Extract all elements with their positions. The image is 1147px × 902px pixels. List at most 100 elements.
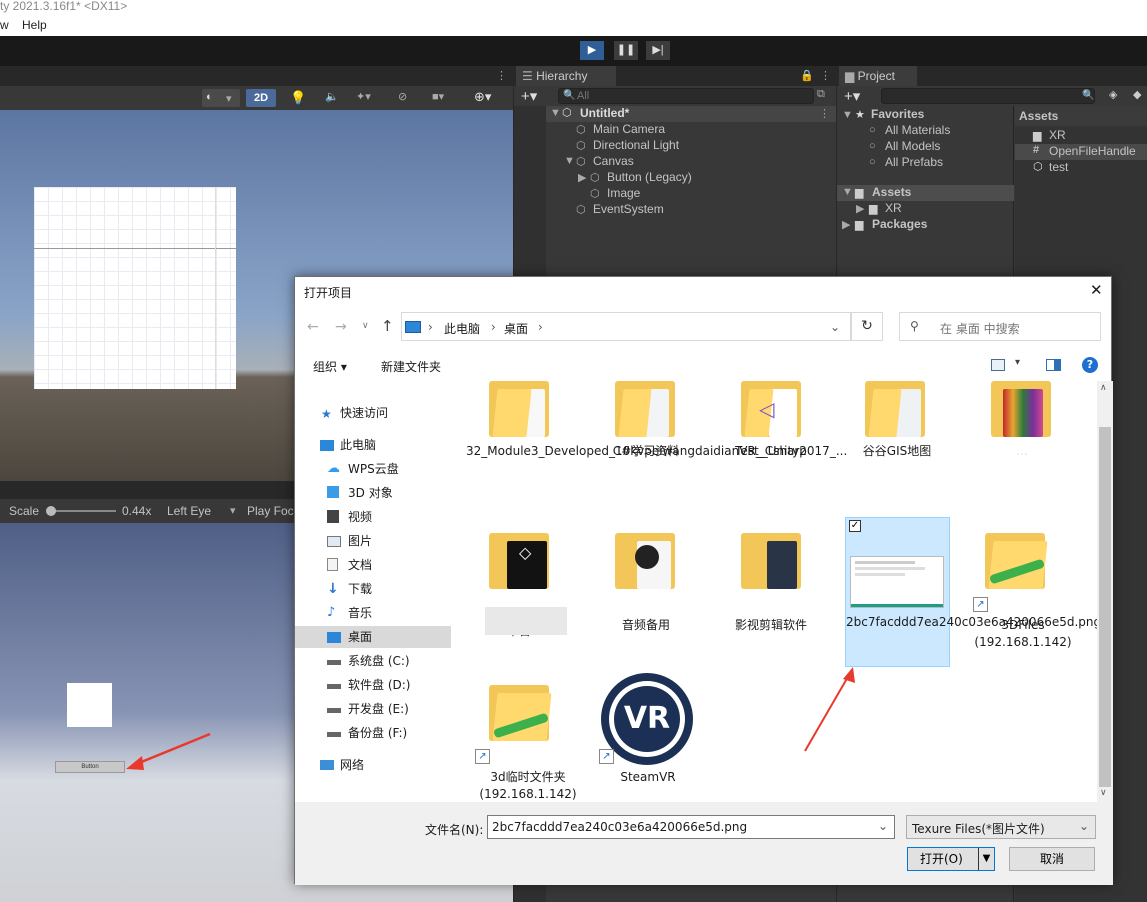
pause-button[interactable]: ❚❚ — [614, 41, 638, 60]
step-button[interactable]: ▶| — [646, 41, 670, 60]
toggle-2d-button[interactable]: 2D — [246, 89, 276, 107]
up-icon[interactable]: ↑ — [381, 317, 394, 335]
menu-window[interactable]: w — [0, 15, 9, 36]
new-folder-button[interactable]: 新建文件夹 — [381, 358, 441, 375]
sidebar-item-downloads[interactable]: ↓ 下载 — [295, 578, 451, 600]
list-item[interactable]: ▶ ▆ Packages — [837, 217, 1014, 233]
selected-file[interactable]: ✓ 2bc7facddd7ea240c03e6a420066e5d.png — [845, 517, 1097, 667]
shading-dropdown[interactable]: ◐ ▾ — [202, 89, 240, 107]
more-icon[interactable]: ⋮ — [496, 69, 507, 82]
file-item[interactable]: 3d临时文件夹 (192.168.1.142) — [472, 769, 584, 802]
chevron-down-icon[interactable]: ⌄ — [830, 320, 840, 334]
cancel-button[interactable]: 取消 — [1009, 847, 1095, 871]
sidebar-item-3d-objects[interactable]: 3D 对象 — [295, 482, 451, 504]
checkbox[interactable]: ✓ — [849, 520, 861, 532]
filter-icon[interactable]: ⧉ — [817, 88, 825, 101]
file-item[interactable]: 谷谷GIS地图 — [844, 443, 950, 460]
effects-icon[interactable]: ✦▾ — [356, 90, 371, 103]
forward-icon[interactable]: → — [335, 319, 347, 335]
sidebar-item-documents[interactable]: 文档 — [295, 554, 451, 576]
list-item[interactable]: ▆ XR — [1015, 128, 1147, 144]
sidebar-item-music[interactable]: ♪ 音乐 — [295, 602, 451, 624]
more-icon[interactable]: ⋮ — [820, 69, 831, 82]
file-item[interactable]: C#学习资料 — [593, 443, 699, 460]
assets-row[interactable]: ▼ ▆ Assets — [837, 185, 1014, 201]
project-search-input[interactable]: 🔍 — [881, 88, 1095, 104]
play-button[interactable]: ▶ — [580, 41, 604, 60]
list-item[interactable]: ⬡ Image — [514, 186, 836, 202]
file-item[interactable]: 3DFiles (192.168.1.142) — [970, 617, 1076, 651]
help-icon[interactable]: ? — [1082, 357, 1098, 373]
breadcrumb-item[interactable]: 此电脑 — [444, 320, 480, 337]
scrollbar[interactable]: ∧ ∨ — [1097, 381, 1113, 802]
filter-type-icon[interactable]: ◈ — [1109, 88, 1117, 101]
tab-hierarchy[interactable]: ☰ Hierarchy — [516, 66, 616, 86]
list-item[interactable]: ○ All Models — [837, 139, 1014, 155]
list-item[interactable]: ⬡ test — [1015, 160, 1147, 176]
preview-pane-icon[interactable] — [1046, 359, 1061, 371]
back-icon[interactable]: ← — [307, 319, 319, 335]
list-item[interactable]: ○ All Materials — [837, 123, 1014, 139]
add-icon[interactable]: +▾ — [521, 87, 537, 105]
eye-dropdown[interactable]: Left Eye — [167, 504, 211, 518]
open-button[interactable]: 打开(O) ▼ — [907, 847, 995, 871]
search-input[interactable]: ⚲ 在 桌面 中搜索 — [899, 312, 1101, 341]
menu-help[interactable]: Help — [22, 15, 47, 36]
lock-icon[interactable]: 🔒 — [800, 69, 814, 82]
list-item[interactable]: # OpenFileHandle — [1015, 144, 1147, 160]
sidebar-item-drive-e[interactable]: 开发盘 (E:) — [295, 698, 451, 720]
gizmos-icon[interactable]: ⊕▾ — [474, 89, 491, 105]
play-focus-dropdown[interactable]: Play Foc — [247, 504, 294, 518]
scale-slider-handle[interactable] — [46, 506, 56, 516]
scene-row[interactable]: ▼ ⬡ Untitled* ⋮ — [514, 106, 836, 122]
hierarchy-search-input[interactable]: 🔍 All — [558, 88, 814, 104]
file-item[interactable]: SteamVR — [595, 769, 701, 786]
sidebar-item-drive-d[interactable]: 软件盘 (D:) — [295, 674, 451, 696]
scrollbar-thumb[interactable] — [1099, 427, 1111, 787]
sidebar-item-quick-access[interactable]: ★ 快速访问 — [295, 402, 451, 424]
sidebar-item-drive-c[interactable]: 系统盘 (C:) — [295, 650, 451, 672]
list-item[interactable]: ▶ ⬡ Button (Legacy) — [514, 170, 836, 186]
filetype-select[interactable]: Texure Files(*图片文件) ⌄ — [906, 815, 1096, 839]
chevron-down-icon[interactable]: ▾ — [1015, 357, 1020, 368]
file-item[interactable]: 影视剪辑软件 — [718, 617, 824, 634]
add-icon[interactable]: +▾ — [844, 87, 860, 105]
visibility-icon[interactable]: ⊘ — [398, 90, 407, 103]
recent-chevron-icon[interactable]: ∨ — [362, 321, 369, 331]
sidebar-item-this-pc[interactable]: 此电脑 — [295, 434, 451, 456]
address-bar[interactable]: › 此电脑 › 桌面 › ⌄ — [401, 312, 851, 341]
chevron-down-icon[interactable]: ▼ — [978, 848, 994, 870]
tab-project[interactable]: ▆ Project — [839, 66, 917, 86]
scroll-up-icon[interactable]: ∧ — [1100, 383, 1107, 393]
file-item[interactable]: 32_Module3_Developed_10kvpeiwangdaidianV… — [466, 443, 847, 460]
list-item[interactable]: ⬡ EventSystem — [514, 202, 836, 218]
chevron-down-icon[interactable]: ⌄ — [878, 819, 888, 833]
lighting-icon[interactable]: 💡 — [290, 90, 306, 106]
sidebar-item-desktop[interactable]: 桌面 — [295, 626, 451, 648]
list-item[interactable]: ▼ ⬡ Canvas — [514, 154, 836, 170]
file-item[interactable]: 音频备用 — [593, 617, 699, 634]
audio-icon[interactable]: 🔈 — [325, 90, 339, 103]
sidebar-item-drive-f[interactable]: 备份盘 (F:) — [295, 722, 451, 744]
list-item[interactable]: ○ All Prefabs — [837, 155, 1014, 171]
label-icon[interactable]: ◆ — [1133, 88, 1141, 101]
scroll-down-icon[interactable]: ∨ — [1100, 788, 1107, 798]
file-item[interactable]: ... — [969, 443, 1075, 460]
filename-input[interactable]: 2bc7facddd7ea240c03e6a420066e5d.png ⌄ — [487, 815, 895, 839]
more-icon[interactable]: ⋮ — [819, 107, 830, 120]
sidebar-item-wps-cloud[interactable]: ☁ WPS云盘 — [295, 458, 451, 480]
refresh-button[interactable]: ↻ — [851, 312, 883, 341]
sidebar-item-videos[interactable]: 视频 — [295, 506, 451, 528]
list-item[interactable]: ⬡ Directional Light — [514, 138, 836, 154]
close-icon[interactable]: ✕ — [1090, 281, 1103, 299]
camera-icon[interactable]: ■▾ — [432, 90, 444, 103]
organize-button[interactable]: 组织 ▾ — [313, 358, 347, 375]
sidebar-item-network[interactable]: 网络 — [295, 754, 451, 776]
file-item[interactable]: Test_Csharp — [718, 443, 824, 460]
list-item[interactable]: ▶ ▆ XR — [837, 201, 1014, 217]
view-mode-icon[interactable] — [991, 359, 1005, 371]
sidebar-item-pictures[interactable]: 图片 — [295, 530, 451, 552]
scale-slider-track[interactable] — [50, 510, 116, 512]
breadcrumb-item[interactable]: 桌面 — [504, 320, 528, 337]
list-item[interactable]: ⬡ Main Camera — [514, 122, 836, 138]
